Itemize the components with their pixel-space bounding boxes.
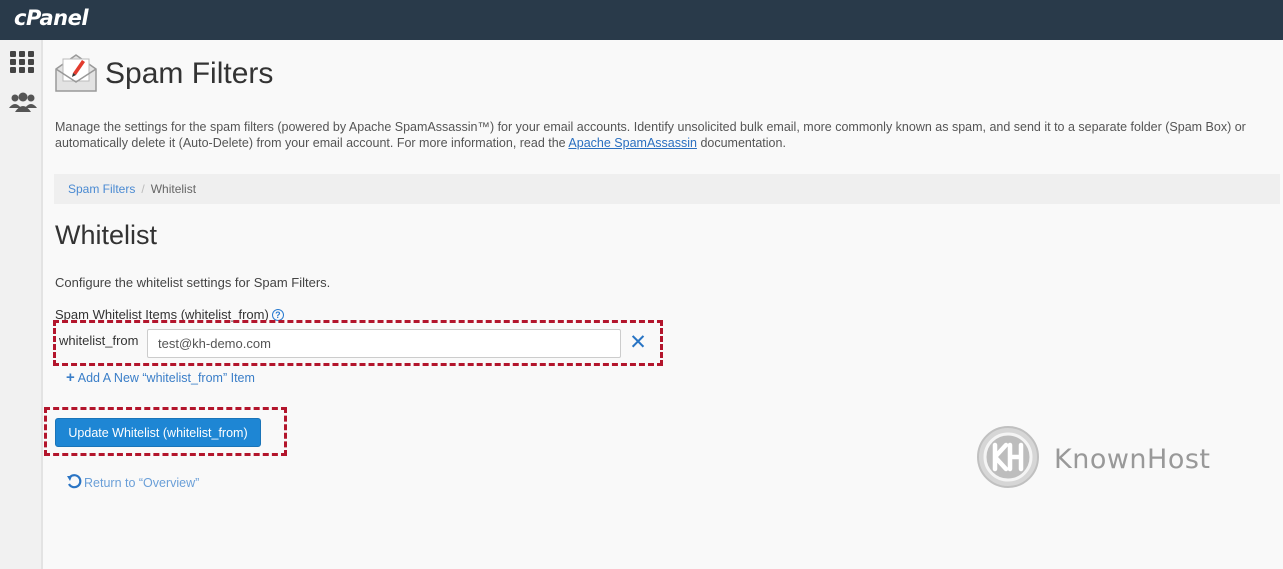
configure-text: Configure the whitelist settings for Spa… xyxy=(55,275,331,290)
knownhost-text: KnownHost xyxy=(1054,444,1211,475)
spam-filters-icon xyxy=(54,51,98,93)
spamassassin-link[interactable]: Apache SpamAssassin xyxy=(568,136,697,150)
knownhost-logo-icon xyxy=(976,425,1040,489)
page-title: Spam Filters xyxy=(105,57,274,90)
main-content: Spam Filters Manage the settings for the… xyxy=(44,40,1283,569)
cpanel-logo[interactable]: cPanel xyxy=(14,6,89,30)
breadcrumb-current: Whitelist xyxy=(150,182,197,196)
return-overview-link[interactable]: Return to “Overview” xyxy=(66,474,199,493)
breadcrumb: Spam Filters / Whitelist xyxy=(54,174,1280,204)
whitelist-from-input[interactable] xyxy=(147,329,621,358)
top-bar: cPanel xyxy=(0,0,1283,40)
breadcrumb-spam-filters[interactable]: Spam Filters xyxy=(68,182,135,196)
knownhost-watermark: KnownHost xyxy=(974,425,1234,495)
sidebar xyxy=(0,40,43,569)
grid-icon[interactable] xyxy=(9,50,35,74)
undo-icon xyxy=(66,474,82,493)
add-new-item-label: Add A New “whitelist_from” Item xyxy=(77,371,255,385)
description-text-end: documentation. xyxy=(696,136,786,150)
whitelist-from-label: whitelist_from xyxy=(59,333,139,348)
users-icon[interactable] xyxy=(9,92,37,116)
section-title: Whitelist xyxy=(55,220,158,250)
return-overview-label: Return to “Overview” xyxy=(84,476,200,490)
page-description: Manage the settings for the spam filters… xyxy=(55,119,1277,151)
add-new-item-link[interactable]: + Add A New “whitelist_from” Item xyxy=(66,369,255,386)
plus-icon: + xyxy=(66,369,75,386)
breadcrumb-separator: / xyxy=(141,182,145,196)
remove-item-icon[interactable]: ✕ xyxy=(628,331,648,355)
update-whitelist-button[interactable]: Update Whitelist (whitelist_from) xyxy=(55,418,261,447)
